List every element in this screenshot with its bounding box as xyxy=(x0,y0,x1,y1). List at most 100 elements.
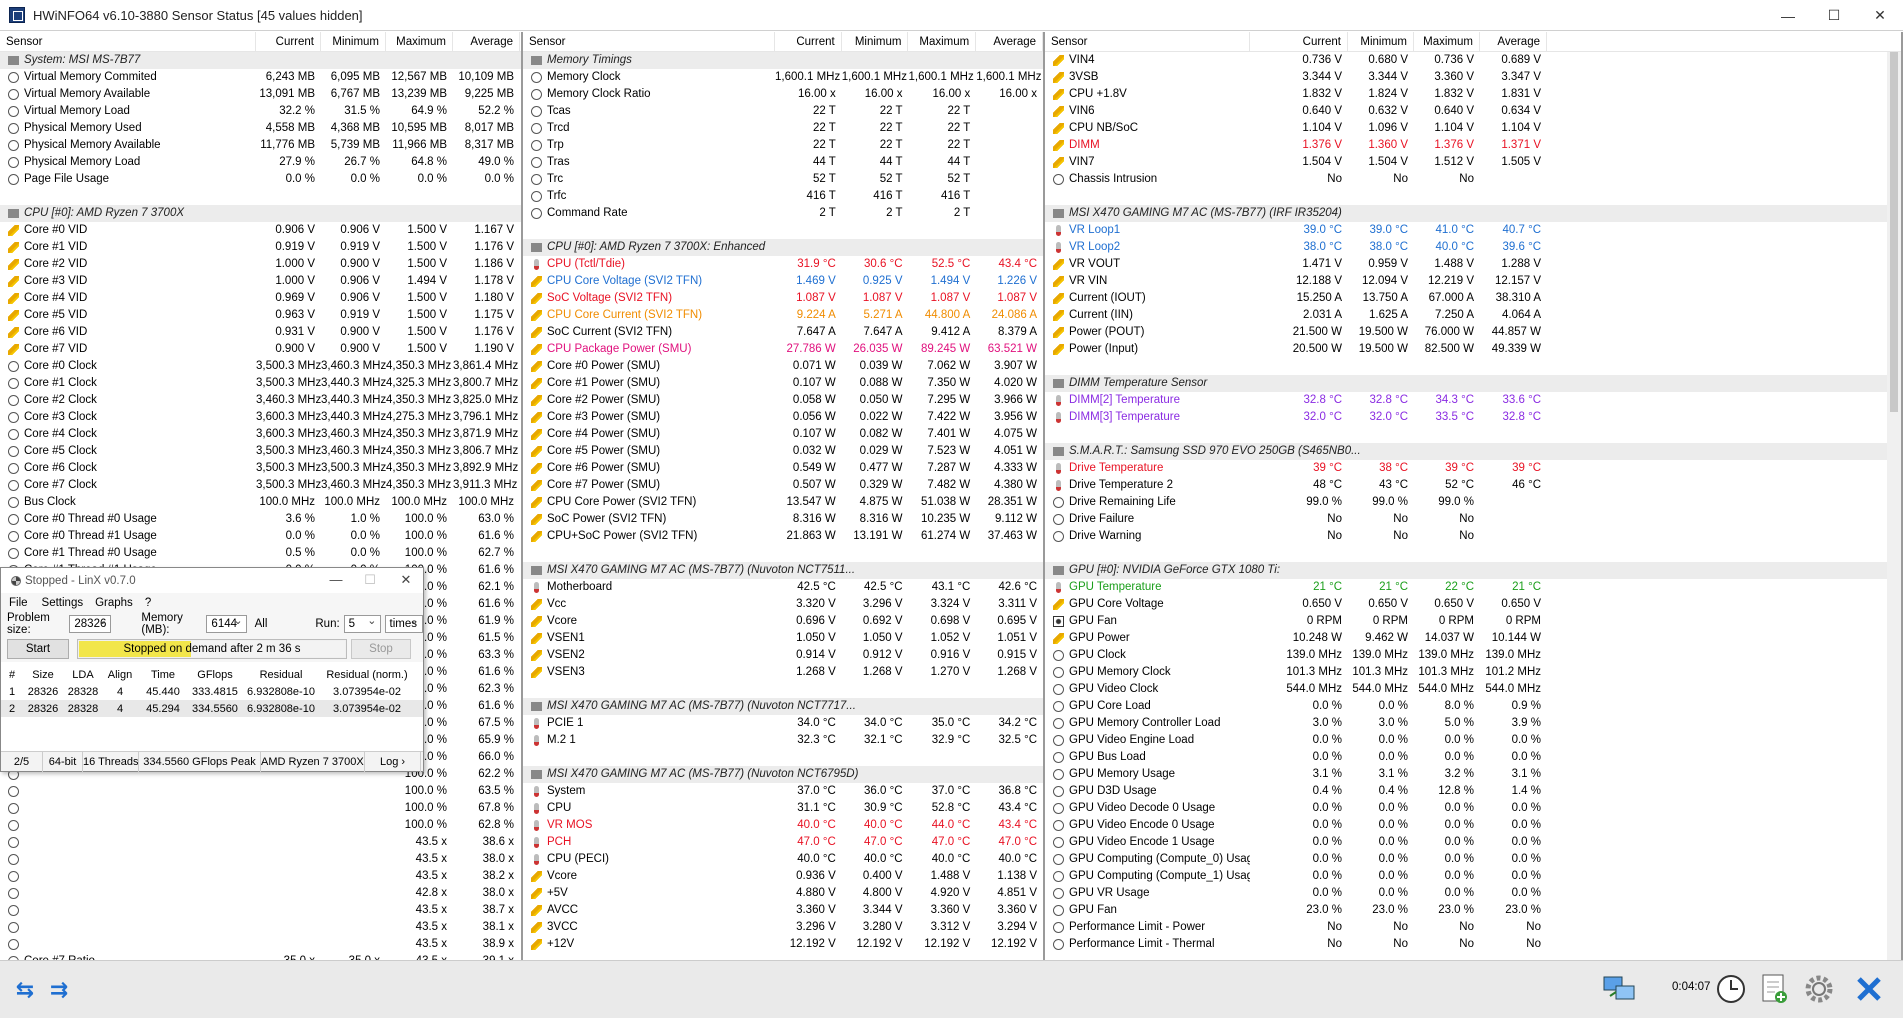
sensor-group-header[interactable]: System: MSI MS-7B77 xyxy=(0,52,521,69)
sensor-row[interactable]: Drive Temperature 39 °C 38 °C 39 °C 39 °C xyxy=(1045,460,1901,477)
sensor-group-header[interactable]: MSI X470 GAMING M7 AC (MS-7B77) (IRF IR3… xyxy=(1045,205,1901,222)
linx-maximize-button[interactable]: ☐ xyxy=(353,570,387,590)
sensor-row[interactable]: GPU Fan 23.0 % 23.0 % 23.0 % 23.0 % xyxy=(1045,902,1901,919)
sensor-row[interactable]: CPU Core Power (SVI2 TFN) 13.547 W 4.875 W… xyxy=(523,494,1043,511)
sensor-row[interactable]: Current (IIN) 2.031 A 1.625 A 7.250 A 4.064 … xyxy=(1045,307,1901,324)
sensor-row[interactable]: GPU Core Voltage 0.650 V 0.650 V 0.650 V 0.6… xyxy=(1045,596,1901,613)
expand-right-button[interactable]: ⇉ xyxy=(36,972,74,1008)
sensor-group-header[interactable]: S.M.A.R.T.: Samsung SSD 970 EVO 250GB (S… xyxy=(1045,443,1901,460)
sensor-row[interactable]: VSEN1 1.050 V 1.050 V 1.052 V 1.051 V xyxy=(523,630,1043,647)
sensor-row[interactable]: Core #7 Clock 3,500.3 MHz 3,460.3 MHz 4,350… xyxy=(0,477,521,494)
sensor-row[interactable]: Virtual Memory Available 13,091 MB 6,767 M… xyxy=(0,86,521,103)
sensor-row[interactable]: GPU VR Usage 0.0 % 0.0 % 0.0 % 0.0 % xyxy=(1045,885,1901,902)
sensor-row[interactable]: CPU (Tctl/Tdie) 31.9 °C 30.6 °C 52.5 °C 43.4… xyxy=(523,256,1043,273)
sensor-row[interactable]: CPU 31.1 °C 30.9 °C 52.8 °C 43.4 °C xyxy=(523,800,1043,817)
log-button[interactable] xyxy=(1755,971,1793,1007)
sensor-row[interactable]: SoC Voltage (SVI2 TFN) 1.087 V 1.087 V 1.08… xyxy=(523,290,1043,307)
sensor-row[interactable]: Virtual Memory Commited 6,243 MB 6,095 MB 1… xyxy=(0,69,521,86)
sensor-row[interactable]: GPU Temperature 21 °C 21 °C 22 °C 21 °C xyxy=(1045,579,1901,596)
vertical-scrollbar[interactable] xyxy=(1887,52,1901,960)
sensor-row[interactable]: GPU Power 10.248 W 9.462 W 14.037 W 10.144 W xyxy=(1045,630,1901,647)
sensor-row[interactable]: VSEN2 0.914 V 0.912 V 0.916 V 0.915 V xyxy=(523,647,1043,664)
sensor-row[interactable]: Core #4 Power (SMU) 0.107 W 0.082 W 7.401 W… xyxy=(523,426,1043,443)
sensor-row[interactable]: 42.8 x 38.0 x xyxy=(0,885,521,902)
sensor-row[interactable]: VR VIN 12.188 V 12.094 V 12.219 V 12.157 V xyxy=(1045,273,1901,290)
sensor-row[interactable]: Tcas 22 T 22 T 22 T xyxy=(523,103,1043,120)
sensor-row[interactable]: Trp 22 T 22 T 22 T xyxy=(523,137,1043,154)
sensor-row[interactable]: VR Loop1 39.0 °C 39.0 °C 41.0 °C 40.7 °C xyxy=(1045,222,1901,239)
column-header-minimum[interactable]: Minimum xyxy=(321,32,386,52)
sensor-pane-3[interactable]: Sensor Current Minimum Maximum Average VIN4 0.… xyxy=(1045,32,1903,960)
sensor-row[interactable]: CPU (PECI) 40.0 °C 40.0 °C 40.0 °C 40.0 °C xyxy=(523,851,1043,868)
sensor-row[interactable]: +5V 4.880 V 4.800 V 4.920 V 4.851 V xyxy=(523,885,1043,902)
sensor-row[interactable]: Drive Temperature 2 48 °C 43 °C 52 °C 46 °C xyxy=(1045,477,1901,494)
sensor-row[interactable]: GPU Video Clock 544.0 MHz 544.0 MHz 544.0 M… xyxy=(1045,681,1901,698)
sensor-row[interactable]: CPU Package Power (SMU) 27.786 W 26.035 W 8… xyxy=(523,341,1043,358)
sensor-row[interactable]: GPU Computing (Compute_0) Usage 0.0 % 0.0 … xyxy=(1045,851,1901,868)
sensor-row[interactable]: Physical Memory Available 11,776 MB 5,739 … xyxy=(0,137,521,154)
sensor-row[interactable]: Trfc 416 T 416 T 416 T xyxy=(523,188,1043,205)
sensor-row[interactable]: Core #2 Clock 3,460.3 MHz 3,440.3 MHz 4,350… xyxy=(0,392,521,409)
sensor-row[interactable]: M.2 1 32.3 °C 32.1 °C 32.9 °C 32.5 °C xyxy=(523,732,1043,749)
sensor-group-header[interactable]: Memory Timings xyxy=(523,52,1043,69)
sensor-row[interactable]: VSEN3 1.268 V 1.268 V 1.270 V 1.268 V xyxy=(523,664,1043,681)
menu-graphs[interactable]: Graphs xyxy=(95,597,133,609)
column-header-minimum[interactable]: Minimum xyxy=(1348,32,1414,52)
sensor-row[interactable]: PCIE 1 34.0 °C 34.0 °C 35.0 °C 34.2 °C xyxy=(523,715,1043,732)
stop-button[interactable]: Stop xyxy=(351,639,411,659)
maximize-button[interactable]: ☐ xyxy=(1811,0,1857,31)
linx-minimize-button[interactable]: — xyxy=(319,570,353,590)
sensor-row[interactable]: GPU Bus Load 0.0 % 0.0 % 0.0 % 0.0 % xyxy=(1045,749,1901,766)
sensor-row[interactable]: GPU Video Decode 0 Usage 0.0 % 0.0 % 0.0 % 0… xyxy=(1045,800,1901,817)
sensor-row[interactable]: Vcore 0.696 V 0.692 V 0.698 V 0.695 V xyxy=(523,613,1043,630)
sensor-row[interactable]: Trcd 22 T 22 T 22 T xyxy=(523,120,1043,137)
sensor-row[interactable]: Current (IOUT) 15.250 A 13.750 A 67.000 A 38… xyxy=(1045,290,1901,307)
log-toggle[interactable]: Log › xyxy=(365,751,421,772)
sensor-row[interactable]: VIN4 0.736 V 0.680 V 0.736 V 0.689 V xyxy=(1045,52,1901,69)
settings-button[interactable] xyxy=(1800,971,1838,1007)
column-header-minimum[interactable]: Minimum xyxy=(842,32,909,52)
sensor-row[interactable]: GPU D3D Usage 0.4 % 0.4 % 12.8 % 1.4 % xyxy=(1045,783,1901,800)
column-header-average[interactable]: Average xyxy=(976,32,1043,52)
sensor-row[interactable]: 43.5 x 38.9 x xyxy=(0,936,521,953)
sensor-row[interactable]: VIN7 1.504 V 1.504 V 1.512 V 1.505 V xyxy=(1045,154,1901,171)
sensor-row[interactable]: Bus Clock 100.0 MHz 100.0 MHz 100.0 MHz 100.… xyxy=(0,494,521,511)
sensor-pane-1[interactable]: Sensor Current Minimum Maximum Average System… xyxy=(0,32,523,960)
column-header-maximum[interactable]: Maximum xyxy=(908,32,977,52)
sensor-row[interactable]: GPU Core Load 0.0 % 0.0 % 8.0 % 0.9 % xyxy=(1045,698,1901,715)
sensor-row[interactable]: Drive Failure No No No xyxy=(1045,511,1901,528)
sensor-row[interactable]: DIMM[2] Temperature 32.8 °C 32.8 °C 34.3 °C… xyxy=(1045,392,1901,409)
sensor-row[interactable]: 43.5 x 38.2 x xyxy=(0,868,521,885)
sensor-row[interactable]: 100.0 % 62.8 % xyxy=(0,817,521,834)
sensor-row[interactable]: Chassis Intrusion No No No xyxy=(1045,171,1901,188)
sensor-row[interactable]: Performance Limit - Power No No No No xyxy=(1045,919,1901,936)
sensor-row[interactable]: Virtual Memory Load 32.2 % 31.5 % 64.9 % 52.… xyxy=(0,103,521,120)
sensor-row[interactable]: Core #4 VID 0.969 V 0.906 V 1.500 V 1.180 V xyxy=(0,290,521,307)
sensor-row[interactable]: 43.5 x 38.6 x xyxy=(0,834,521,851)
sensor-row[interactable]: Core #1 Clock 3,500.3 MHz 3,440.3 MHz 4,325… xyxy=(0,375,521,392)
sensor-row[interactable]: Core #0 Clock 3,500.3 MHz 3,460.3 MHz 4,350… xyxy=(0,358,521,375)
sensor-row[interactable]: Core #0 Thread #1 Usage 0.0 % 0.0 % 100.0 %… xyxy=(0,528,521,545)
sensor-row[interactable]: 43.5 x 38.7 x xyxy=(0,902,521,919)
sensor-row[interactable]: System 37.0 °C 36.0 °C 37.0 °C 36.8 °C xyxy=(523,783,1043,800)
column-header-maximum[interactable]: Maximum xyxy=(1414,32,1480,52)
run-unit-select[interactable]: times xyxy=(384,613,423,633)
menu-help[interactable]: ? xyxy=(145,597,151,609)
sensor-row[interactable]: SoC Power (SVI2 TFN) 8.316 W 8.316 W 10.235… xyxy=(523,511,1043,528)
sensor-row[interactable]: CPU Core Voltage (SVI2 TFN) 1.469 V 0.925 … xyxy=(523,273,1043,290)
sensor-row[interactable]: Power (POUT) 21.500 W 19.500 W 76.000 W 44.8… xyxy=(1045,324,1901,341)
sensor-row[interactable]: Core #3 Power (SMU) 0.056 W 0.022 W 7.422 W… xyxy=(523,409,1043,426)
sensor-row[interactable]: 3VSB 3.344 V 3.344 V 3.360 V 3.347 V xyxy=(1045,69,1901,86)
sensor-row[interactable]: Core #5 Power (SMU) 0.032 W 0.029 W 7.523 W… xyxy=(523,443,1043,460)
sensor-row[interactable]: Core #6 VID 0.931 V 0.900 V 1.500 V 1.176 V xyxy=(0,324,521,341)
column-header-sensor[interactable]: Sensor xyxy=(1045,32,1250,52)
menu-file[interactable]: File xyxy=(9,597,28,609)
sensor-row[interactable]: Page File Usage 0.0 % 0.0 % 0.0 % 0.0 % xyxy=(0,171,521,188)
sensor-row[interactable]: 100.0 % 67.8 % xyxy=(0,800,521,817)
column-header-average[interactable]: Average xyxy=(453,32,520,52)
sensor-row[interactable]: GPU Video Engine Load 0.0 % 0.0 % 0.0 % 0.0 … xyxy=(1045,732,1901,749)
sensor-pane-2[interactable]: Sensor Current Minimum Maximum Average Memory… xyxy=(523,32,1045,960)
sensor-row[interactable]: GPU Memory Usage 3.1 % 3.1 % 3.2 % 3.1 % xyxy=(1045,766,1901,783)
sensor-row[interactable]: GPU Computing (Compute_1) Usage 0.0 % 0.0 … xyxy=(1045,868,1901,885)
sensor-group-header[interactable]: MSI X470 GAMING M7 AC (MS-7B77) (Nuvoton… xyxy=(523,766,1043,783)
